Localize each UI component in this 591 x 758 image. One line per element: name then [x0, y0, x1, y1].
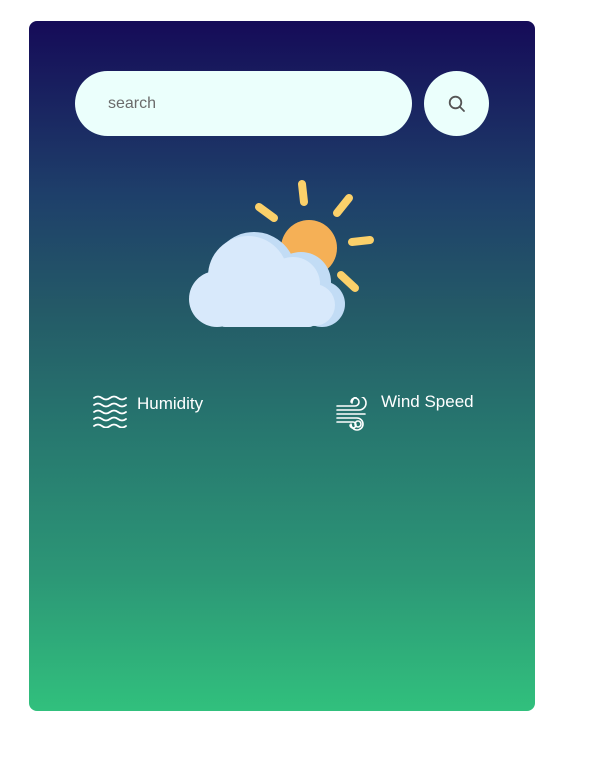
wind-speed-detail: Wind Speed: [335, 392, 474, 431]
humidity-waves-icon: [92, 394, 128, 428]
search-input[interactable]: [75, 71, 412, 136]
wind-speed-label: Wind Speed: [381, 392, 474, 411]
wind-icon: [335, 397, 371, 431]
humidity-detail: Humidity: [92, 394, 203, 428]
humidity-label: Humidity: [137, 394, 204, 413]
search-icon: [448, 95, 466, 113]
partly-cloudy-icon: [184, 176, 384, 336]
search-button[interactable]: [424, 71, 489, 136]
weather-card: Humidity Wind Speed: [29, 21, 535, 711]
